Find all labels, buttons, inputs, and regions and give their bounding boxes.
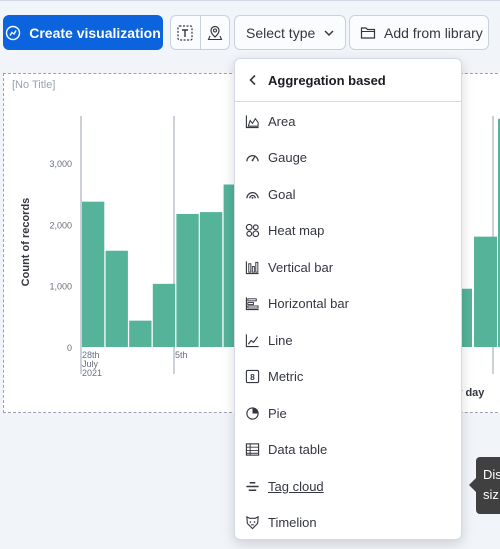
heatmap-icon (244, 223, 260, 239)
y-tick-label: 3,000 (49, 159, 72, 169)
menu-title: Aggregation based (268, 72, 386, 88)
line-chart-icon (244, 332, 260, 348)
add-map-button[interactable] (199, 16, 230, 49)
menu-item-label: Vertical bar (268, 259, 334, 275)
menu-item-line[interactable]: Line (235, 322, 461, 358)
menu-item-horizontal-bar[interactable]: Horizontal bar (235, 286, 461, 322)
horizontal-bar-icon (244, 296, 260, 312)
menu-item-label: Goal (268, 186, 296, 202)
bar (82, 201, 105, 347)
add-from-library-label: Add from library (384, 24, 483, 41)
table-icon (244, 442, 260, 458)
tooltip-line-2: siz (483, 487, 499, 502)
area-chart-icon (244, 113, 260, 129)
select-type-button[interactable]: Select type (234, 15, 346, 50)
visualization-type-menu: Aggregation based Area Gauge Goal Heat m… (234, 58, 462, 540)
x-tick-label: 5th (175, 350, 188, 360)
visualize-app-icon (5, 25, 21, 41)
menu-item-heat-map[interactable]: Heat map (235, 213, 461, 249)
menu-item-area[interactable]: Area (235, 103, 461, 139)
bar (176, 213, 199, 347)
tag-cloud-icon (244, 478, 260, 494)
chevron-down-icon (323, 27, 335, 39)
gauge-icon (244, 150, 260, 166)
menu-item-timelion[interactable]: Timelion (235, 505, 461, 541)
menu-item-data-table[interactable]: Data table (235, 432, 461, 468)
menu-item-label: Heat map (268, 223, 325, 238)
map-pin-icon (207, 25, 223, 41)
bar (474, 236, 497, 347)
timelion-icon (244, 515, 260, 531)
menu-item-label: Area (268, 113, 296, 129)
menu-item-tag-cloud[interactable]: Tag cloud (235, 468, 461, 504)
menu-item-label: Data table (268, 442, 328, 457)
menu-header[interactable]: Aggregation based (235, 59, 461, 102)
tooltip: Dis siz (476, 457, 500, 514)
menu-item-label: Timelion (268, 515, 317, 530)
bar (152, 283, 176, 347)
menu-item-label: Gauge (268, 150, 308, 165)
select-type-label: Select type (246, 24, 316, 41)
bar (200, 212, 223, 347)
vertical-bar-icon (244, 259, 260, 275)
create-visualization-label: Create visualization (29, 24, 161, 41)
quick-add-group (170, 15, 230, 50)
menu-item-goal[interactable]: Goal (235, 176, 461, 212)
y-tick-label: 1,000 (49, 282, 72, 292)
menu-item-gauge[interactable]: Gauge (235, 140, 461, 176)
bar (129, 320, 152, 347)
top-divider (0, 0, 500, 1)
goal-icon (244, 186, 260, 202)
menu-item-label: Line (268, 332, 293, 348)
tooltip-arrow (469, 478, 476, 492)
bar (105, 250, 128, 347)
svg-text:8: 8 (250, 372, 255, 382)
folder-icon (360, 26, 376, 40)
y-tick-label: 0 (67, 343, 72, 353)
menu-item-label: Tag cloud (268, 478, 324, 494)
add-text-button[interactable] (171, 16, 200, 49)
menu-item-metric[interactable]: 8 Metric (235, 359, 461, 395)
add-from-library-button[interactable]: Add from library (349, 15, 489, 50)
tooltip-line-1: Dis (483, 467, 500, 482)
text-icon (176, 24, 194, 42)
metric-icon: 8 (244, 369, 260, 385)
menu-item-label: Pie (268, 405, 287, 421)
y-tick-label: 2,000 (49, 220, 72, 230)
menu-item-label: Metric (268, 369, 304, 384)
chevron-left-icon[interactable] (248, 74, 258, 86)
menu-item-pie[interactable]: Pie (235, 395, 461, 431)
menu-item-label: Horizontal bar (268, 296, 349, 311)
create-visualization-button[interactable]: Create visualization (3, 15, 163, 50)
pie-chart-icon (244, 405, 260, 421)
menu-item-vertical-bar[interactable]: Vertical bar (235, 249, 461, 285)
x-tick-sublabel: 2021 (82, 368, 102, 378)
y-axis-label: Count of records (20, 198, 32, 287)
